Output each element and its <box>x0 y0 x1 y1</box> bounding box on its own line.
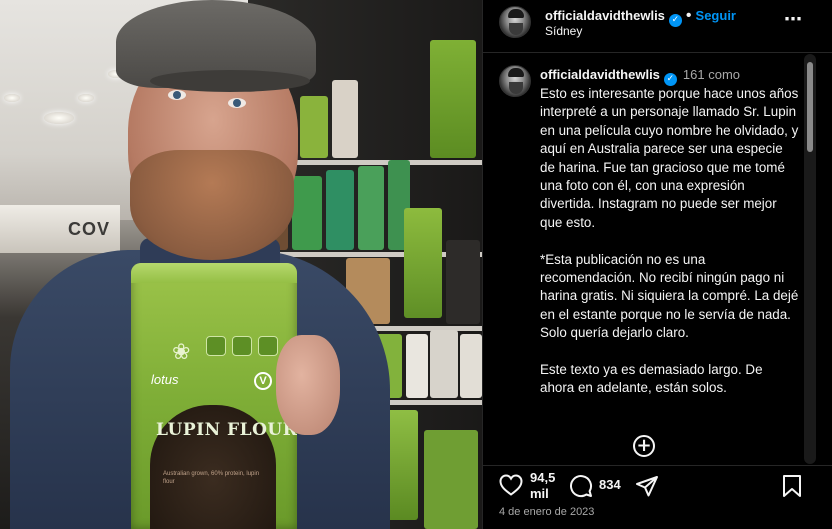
shelf-package <box>406 334 428 398</box>
bag-seal <box>131 263 297 283</box>
shelf-package <box>404 208 442 318</box>
shelf-package <box>358 166 384 250</box>
scrollbar-thumb[interactable] <box>807 62 813 152</box>
man-beard <box>130 150 294 260</box>
likes-count[interactable]: 94,5 mil <box>530 470 562 502</box>
shelf-package <box>460 334 482 398</box>
bag-info-icon <box>232 336 252 356</box>
bag-info-icon <box>206 336 226 356</box>
caption-paragraph: Esto es interesante porque hace unos año… <box>540 86 799 230</box>
shelf-package <box>430 330 458 398</box>
ceiling-light <box>4 94 20 102</box>
comment-bubble-icon[interactable] <box>569 474 593 498</box>
post-location[interactable]: Sídney <box>545 24 582 38</box>
caption-scroll-area[interactable]: officialdavidthewlis ✓ 161 como Esto es in… <box>483 54 832 464</box>
caption-paragraph: *Esta publicación no es una recomendació… <box>540 251 799 341</box>
man-eye <box>228 98 246 108</box>
shelf-package <box>300 96 328 158</box>
likes-count-value: 94,5 <box>530 470 556 485</box>
verified-badge-icon: ✓ <box>668 14 682 27</box>
store-sign: COV <box>0 205 120 253</box>
follow-button[interactable]: Seguir <box>696 8 736 23</box>
man-hand <box>276 335 340 435</box>
comments-count[interactable]: 834 <box>599 477 621 492</box>
more-options-icon[interactable]: ⋯ <box>781 10 805 34</box>
shelf-package <box>424 430 478 529</box>
ceiling-vent <box>44 112 74 124</box>
caption-author-avatar[interactable] <box>499 65 531 97</box>
caption-text: Esto es interesante porque hace unos año… <box>540 85 800 416</box>
vegan-badge: V <box>254 372 272 390</box>
man-eye <box>168 90 186 100</box>
load-more-comments-button[interactable]: + <box>633 435 655 457</box>
bag-small-print: Australian grown, 60% protein, lupin flo… <box>163 471 260 485</box>
caption-scrollbar[interactable] <box>804 54 816 464</box>
author-avatar[interactable] <box>499 6 531 38</box>
shelf-package <box>332 80 358 158</box>
caption-header: officialdavidthewlis ✓ 161 como <box>540 67 740 86</box>
post-side-panel: officialdavidthewlis ✓ • Seguir Sídney ⋯ of… <box>482 0 832 529</box>
bag-product-name: LUPIN FLOUR <box>156 420 298 440</box>
shelf-package <box>292 176 322 250</box>
share-send-icon[interactable] <box>635 474 659 498</box>
likes-count-unit: mil <box>530 486 549 501</box>
caption-username[interactable]: officialdavidthewlis <box>540 67 660 82</box>
post-actions: 94,5 mil 834 4 de enero de 2023 <box>483 465 832 529</box>
like-heart-icon[interactable] <box>499 474 523 496</box>
post-photo[interactable]: COV ❀ lotus V LUPIN FLOUR Australian gro… <box>0 0 482 529</box>
bag-info-icon <box>258 336 278 356</box>
caption-paragraph: Este texto ya es demasiado largo. De aho… <box>540 362 763 396</box>
bag-brand: lotus <box>151 372 179 387</box>
post-header: officialdavidthewlis ✓ • Seguir Sídney ⋯ <box>483 0 832 53</box>
ceiling-light <box>78 94 94 102</box>
save-bookmark-icon[interactable] <box>781 474 803 498</box>
author-username[interactable]: officialdavidthewlis <box>545 8 665 23</box>
man-cap-brim <box>150 70 310 92</box>
caption-time-ago: 161 como <box>682 67 741 82</box>
post-date[interactable]: 4 de enero de 2023 <box>499 506 594 518</box>
separator-dot: • <box>685 7 692 24</box>
shelf-package <box>446 240 480 324</box>
shelf-package <box>326 170 354 250</box>
shelf-package <box>430 40 476 158</box>
lotus-logo-icon: ❀ <box>172 340 191 365</box>
